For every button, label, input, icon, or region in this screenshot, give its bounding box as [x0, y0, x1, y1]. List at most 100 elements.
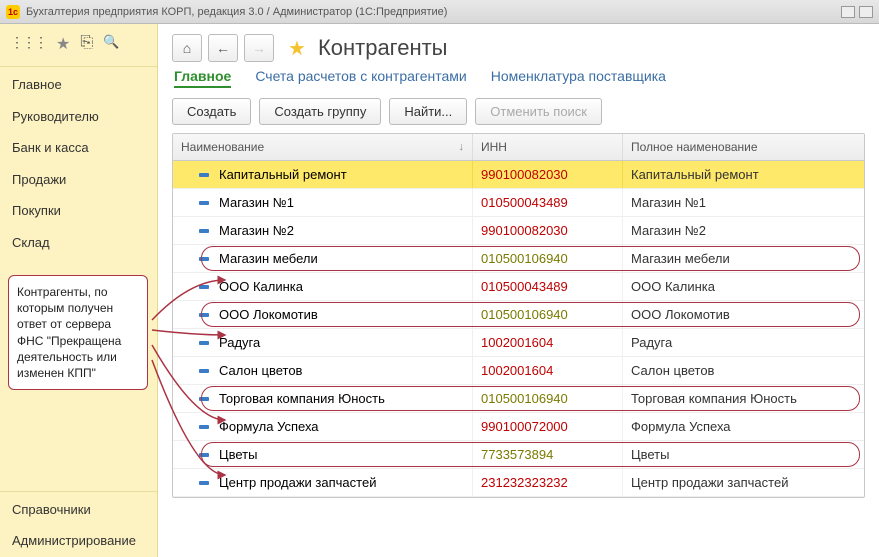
- table-row[interactable]: Магазин мебели010500106940Магазин мебели: [173, 245, 864, 273]
- cell-full: Магазин №1: [623, 189, 864, 216]
- main-content: ⌂ ← → ★ Контрагенты Главное Счета расчет…: [158, 24, 879, 557]
- table-row[interactable]: ООО Локомотив 010500106940 ООО Локомотив: [173, 301, 864, 329]
- item-icon: [199, 453, 209, 457]
- apps-icon[interactable]: ⋮⋮⋮: [10, 34, 46, 54]
- cell-name: ООО Калинка: [173, 273, 473, 300]
- table-row[interactable]: Цветы7733573894Цветы: [173, 441, 864, 469]
- cell-full: Капитальный ремонт: [623, 161, 864, 188]
- data-grid: Наименование ↓ ИНН Полное наименование К…: [172, 133, 865, 498]
- cell-name: Магазин №1: [173, 189, 473, 216]
- app-logo-icon: 1c: [6, 5, 20, 19]
- cell-full: ООО Калинка: [623, 273, 864, 300]
- item-icon: [199, 201, 209, 205]
- cell-full: Радуга: [623, 329, 864, 356]
- star-icon[interactable]: ★: [288, 36, 306, 61]
- table-row[interactable]: Формула Успеха990100072000Формула Успеха: [173, 413, 864, 441]
- cell-inn: 010500043489: [473, 189, 623, 216]
- item-icon: [199, 397, 209, 401]
- minimize-icon[interactable]: [841, 6, 855, 18]
- name-label: Цветы: [219, 447, 257, 462]
- tab-accounts[interactable]: Счета расчетов с контрагентами: [255, 68, 466, 88]
- window-titlebar: 1c Бухгалтерия предприятия КОРП, редакци…: [0, 0, 879, 24]
- cell-name: Радуга: [173, 329, 473, 356]
- full-label: Магазин №2: [631, 223, 706, 238]
- favorites-icon[interactable]: ★: [56, 34, 70, 54]
- table-row[interactable]: Торговая компания Юность010500106940Торг…: [173, 385, 864, 413]
- annotation-callout: Контрагенты, по которым получен ответ от…: [8, 275, 148, 390]
- header-full[interactable]: Полное наименование: [623, 134, 864, 160]
- header-inn[interactable]: ИНН: [473, 134, 623, 160]
- sort-icon: ↓: [459, 141, 465, 153]
- cell-inn: 010500106940: [473, 245, 623, 272]
- full-label: ООО Локомотив: [631, 307, 730, 322]
- toolbar: Создать Создать группу Найти... Отменить…: [172, 98, 865, 125]
- cell-full: Салон цветов: [623, 357, 864, 384]
- cell-full: ООО Локомотив: [623, 301, 864, 328]
- table-row[interactable]: Капитальный ремонт990100082030Капитальны…: [173, 161, 864, 189]
- name-label: Центр продажи запчастей: [219, 475, 376, 490]
- sidebar-item-purchases[interactable]: Покупки: [0, 195, 157, 227]
- full-label: Радуга: [631, 335, 672, 350]
- full-label: Салон цветов: [631, 363, 714, 378]
- cell-full: Торговая компания Юность: [623, 385, 864, 412]
- create-group-button[interactable]: Создать группу: [259, 98, 381, 125]
- name-label: Магазин №1: [219, 195, 294, 210]
- cell-full: Цветы: [623, 441, 864, 468]
- sidebar-item-manager[interactable]: Руководителю: [0, 101, 157, 133]
- table-row[interactable]: Магазин №2990100082030Магазин №2: [173, 217, 864, 245]
- name-label: Магазин №2: [219, 223, 294, 238]
- create-button[interactable]: Создать: [172, 98, 251, 125]
- name-label: Торговая компания Юность: [219, 391, 385, 406]
- cell-inn: 010500106940: [473, 301, 623, 328]
- window-title: Бухгалтерия предприятия КОРП, редакция 3…: [26, 6, 447, 18]
- cell-inn: 1002001604: [473, 329, 623, 356]
- table-row[interactable]: Центр продажи запчастей231232323232Центр…: [173, 469, 864, 497]
- find-button[interactable]: Найти...: [389, 98, 467, 125]
- item-icon: [199, 369, 209, 373]
- cell-inn: 231232323232: [473, 469, 623, 496]
- forward-button[interactable]: →: [244, 34, 274, 62]
- cell-full: Центр продажи запчастей: [623, 469, 864, 496]
- item-icon: [199, 341, 209, 345]
- sidebar-item-admin[interactable]: Администрирование: [0, 525, 157, 557]
- callout-text: Контрагенты, по которым получен ответ от…: [17, 285, 121, 380]
- search-icon[interactable]: 🔍: [103, 34, 119, 54]
- name-label: ООО Локомотив: [219, 307, 318, 322]
- header-name[interactable]: Наименование ↓: [173, 134, 473, 160]
- full-label: Магазин мебели: [631, 251, 730, 266]
- tab-nomenclature[interactable]: Номенклатура поставщика: [491, 68, 666, 88]
- name-label: Радуга: [219, 335, 260, 350]
- cell-name: Торговая компания Юность: [173, 385, 473, 412]
- tab-main[interactable]: Главное: [174, 68, 231, 88]
- cell-name: ООО Локомотив: [173, 301, 473, 328]
- history-icon[interactable]: ⎘: [80, 34, 93, 54]
- cell-name: Формула Успеха: [173, 413, 473, 440]
- full-label: Капитальный ремонт: [631, 167, 759, 182]
- sidebar-item-sales[interactable]: Продажи: [0, 164, 157, 196]
- table-row[interactable]: Радуга 1002001604 Радуга: [173, 329, 864, 357]
- cell-name: Магазин №2: [173, 217, 473, 244]
- full-label: ООО Калинка: [631, 279, 715, 294]
- maximize-icon[interactable]: [859, 6, 873, 18]
- sidebar-item-main[interactable]: Главное: [0, 69, 157, 101]
- cell-inn: 990100072000: [473, 413, 623, 440]
- window-controls: [841, 6, 873, 18]
- cell-inn: 990100082030: [473, 161, 623, 188]
- table-row[interactable]: Салон цветов1002001604Салон цветов: [173, 357, 864, 385]
- cell-full: Магазин №2: [623, 217, 864, 244]
- sidebar-item-warehouse[interactable]: Склад: [0, 227, 157, 259]
- header-name-label: Наименование: [181, 140, 264, 154]
- back-button[interactable]: ←: [208, 34, 238, 62]
- page-title: Контрагенты: [318, 35, 448, 61]
- sidebar-item-bank[interactable]: Банк и касса: [0, 132, 157, 164]
- cell-name: Капитальный ремонт: [173, 161, 473, 188]
- grid-body: Капитальный ремонт990100082030Капитальны…: [173, 161, 864, 497]
- table-row[interactable]: Магазин №1010500043489Магазин №1: [173, 189, 864, 217]
- table-row[interactable]: ООО Калинка010500043489ООО Калинка: [173, 273, 864, 301]
- item-icon: [199, 313, 209, 317]
- grid-header: Наименование ↓ ИНН Полное наименование: [173, 134, 864, 161]
- sidebar-item-references[interactable]: Справочники: [0, 494, 157, 526]
- item-icon: [199, 285, 209, 289]
- item-icon: [199, 173, 209, 177]
- home-button[interactable]: ⌂: [172, 34, 202, 62]
